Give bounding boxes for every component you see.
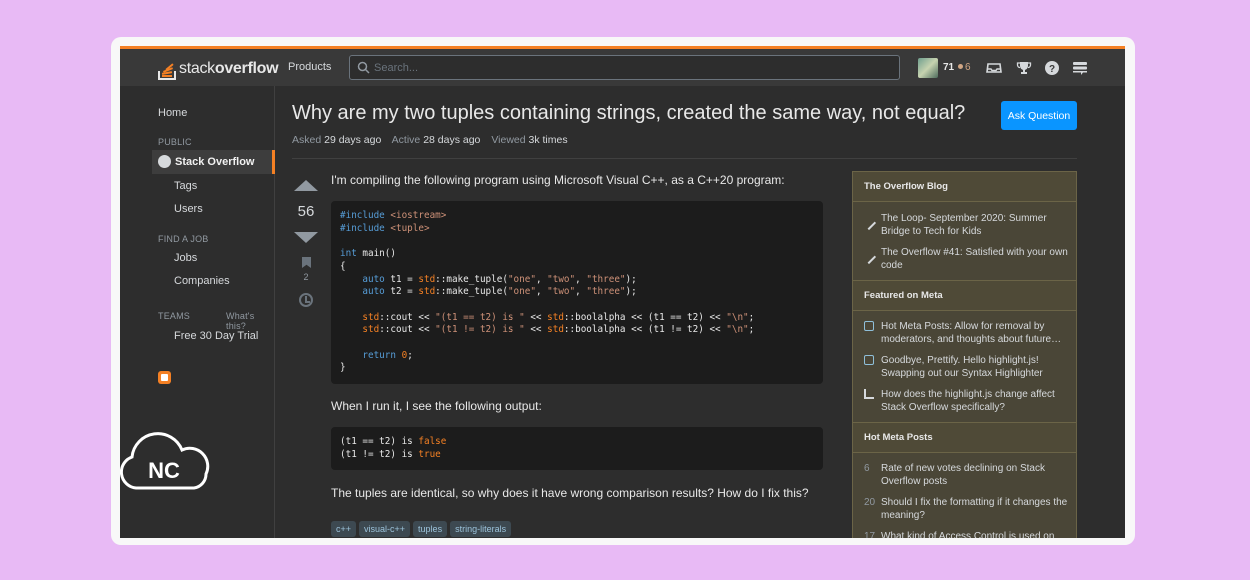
- stackoverflow-logo[interactable]: stackoverflow: [158, 57, 279, 81]
- pencil-icon: [861, 215, 877, 231]
- search-box[interactable]: [349, 55, 900, 80]
- products-menu[interactable]: Products: [288, 61, 331, 73]
- vote-count: 56: [297, 203, 315, 220]
- avatar[interactable]: [918, 58, 938, 78]
- viewed-value: 3k times: [528, 134, 568, 146]
- meta-item[interactable]: Hot Meta Posts: Allow for removal by mod…: [864, 320, 1074, 348]
- question-intro: I'm compiling the following program usin…: [331, 173, 785, 187]
- right-sidebar: The Overflow Blog The Loop- September 20…: [852, 171, 1077, 538]
- tag[interactable]: string-literals: [450, 521, 512, 537]
- bronze-badge-icon: [958, 64, 963, 69]
- asked-label: Asked: [292, 134, 322, 146]
- header-divider: [292, 158, 1077, 159]
- viewed-label: Viewed: [491, 134, 526, 146]
- teams-heading: TEAMS: [158, 311, 191, 321]
- active-value[interactable]: 28 days ago: [423, 134, 480, 146]
- question-title[interactable]: Why are my two tuples containing strings…: [292, 102, 965, 125]
- nav-tags[interactable]: Tags: [174, 180, 197, 192]
- code-block-output: (t1 == t2) is false (t1 != t2) is true: [331, 427, 823, 470]
- hot-meta-item[interactable]: 17 What kind of Access Control is used o…: [864, 530, 1074, 538]
- svg-text:?: ?: [1049, 64, 1055, 75]
- nav-home[interactable]: Home: [158, 107, 187, 119]
- blog-item[interactable]: The Overflow #41: Satisfied with your ow…: [861, 246, 1074, 274]
- free-trial-link[interactable]: Free 30 Day Trial: [174, 330, 258, 342]
- public-heading: PUBLIC: [158, 137, 192, 147]
- ask-question-button[interactable]: Ask Question: [1001, 101, 1077, 130]
- nc-cloud-logo: NC: [119, 432, 210, 490]
- nav-jobs[interactable]: Jobs: [174, 252, 197, 264]
- whats-this-link[interactable]: What's this?: [226, 311, 274, 331]
- output-intro: When I run it, I see the following outpu…: [331, 399, 542, 413]
- find-job-heading: FIND A JOB: [158, 234, 209, 244]
- meta-item[interactable]: How does the highlight.js change affect …: [864, 388, 1074, 416]
- meta-heading: Featured on Meta: [853, 280, 1076, 311]
- bookmark-icon[interactable]: [302, 257, 311, 268]
- help-icon[interactable]: ?: [1044, 60, 1060, 76]
- bookmark-count: 2: [303, 272, 309, 282]
- nav-users[interactable]: Users: [174, 203, 203, 215]
- code-block-program: #include <iostream> #include <tuple> int…: [331, 201, 823, 384]
- reputation-count: 71: [943, 62, 955, 73]
- stack-exchange-icon: [864, 389, 874, 399]
- tag[interactable]: tuples: [413, 521, 448, 537]
- chat-icon: [864, 355, 874, 365]
- top-bar: stackoverflow Products 71 6 ?: [120, 46, 1125, 86]
- nav-companies[interactable]: Companies: [174, 275, 230, 287]
- globe-icon: [158, 155, 171, 168]
- tag[interactable]: c++: [331, 521, 357, 537]
- tag[interactable]: visual-c++: [359, 521, 411, 537]
- site-switcher-icon[interactable]: [1072, 60, 1088, 76]
- achievements-icon[interactable]: [1016, 60, 1032, 76]
- search-icon: [357, 61, 370, 74]
- inbox-icon[interactable]: [986, 60, 1002, 76]
- teams-icon: [158, 371, 171, 384]
- history-icon[interactable]: [299, 293, 313, 307]
- bronze-badge-count: 6: [958, 62, 971, 73]
- logo-text: stackoverflow: [179, 60, 279, 77]
- hot-meta-heading: Hot Meta Posts: [853, 422, 1076, 453]
- blog-heading: The Overflow Blog: [853, 172, 1076, 202]
- nc-logo-text: NC: [148, 458, 180, 483]
- blog-item[interactable]: The Loop- September 2020: Summer Bridge …: [861, 212, 1074, 240]
- chat-icon: [864, 321, 874, 331]
- upvote-button[interactable]: [294, 180, 318, 191]
- tag-list: c++ visual-c++ tuples string-literals: [331, 521, 512, 537]
- question-text: The tuples are identical, so why does it…: [331, 486, 809, 500]
- question-meta: Asked 29 days ago Active 28 days ago Vie…: [292, 134, 576, 146]
- stackoverflow-window: stackoverflow Products 71 6 ? Home PUBLI…: [120, 46, 1125, 538]
- stack-logo-icon: [158, 58, 176, 80]
- hot-meta-item[interactable]: 20 Should I fix the formatting if it cha…: [864, 496, 1074, 524]
- search-input[interactable]: [374, 59, 874, 76]
- active-label: Active: [391, 134, 421, 146]
- downvote-button[interactable]: [294, 232, 318, 243]
- meta-item[interactable]: Goodbye, Prettify. Hello highlight.js! S…: [864, 354, 1074, 382]
- nav-stack-overflow-label[interactable]: Stack Overflow: [175, 156, 254, 168]
- asked-value: 29 days ago: [324, 134, 382, 146]
- pencil-icon: [861, 249, 877, 265]
- hot-meta-item[interactable]: 6 Rate of new votes declining on Stack O…: [864, 462, 1074, 490]
